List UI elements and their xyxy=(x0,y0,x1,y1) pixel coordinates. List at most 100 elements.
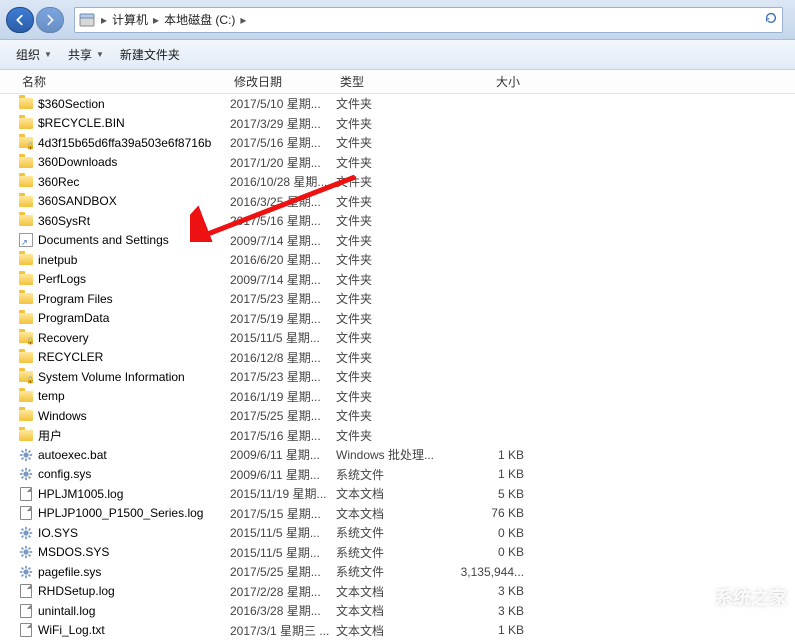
file-row[interactable]: PerfLogs2009/7/14 星期...文件夹 xyxy=(0,270,795,290)
file-type: 文件夹 xyxy=(336,427,434,444)
file-name: RHDSetup.log xyxy=(38,584,230,598)
organize-button[interactable]: 组织 ▼ xyxy=(8,42,60,67)
column-size[interactable]: 大小 xyxy=(434,73,524,90)
file-row[interactable]: temp2016/1/19 星期...文件夹 xyxy=(0,387,795,407)
file-name: inetpub xyxy=(38,253,230,267)
refresh-button[interactable] xyxy=(764,11,778,28)
file-date: 2017/5/10 星期... xyxy=(230,95,336,112)
breadcrumb-drive-c[interactable]: 本地磁盘 (C:) xyxy=(161,11,238,28)
file-row[interactable]: 360Rec2016/10/28 星期...文件夹 xyxy=(0,172,795,192)
file-date: 2017/5/15 星期... xyxy=(230,505,336,522)
file-date: 2017/1/20 星期... xyxy=(230,154,336,171)
breadcrumb-computer[interactable]: 计算机 xyxy=(109,11,151,28)
file-row[interactable]: MSDOS.SYS2015/11/5 星期...系统文件0 KB xyxy=(0,543,795,563)
file-row[interactable]: 360SANDBOX2016/3/25 星期...文件夹 xyxy=(0,192,795,212)
address-bar[interactable]: ▸ 计算机 ▸ 本地磁盘 (C:) ▸ xyxy=(74,7,783,33)
nav-back-button[interactable] xyxy=(6,7,34,33)
file-name: HPLJM1005.log xyxy=(38,487,230,501)
file-row[interactable]: autoexec.bat2009/6/11 星期...Windows 批处理..… xyxy=(0,445,795,465)
file-name: RECYCLER xyxy=(38,350,230,364)
file-name: pagefile.sys xyxy=(38,565,230,579)
nav-forward-button[interactable] xyxy=(36,7,64,33)
file-name: IO.SYS xyxy=(38,526,230,540)
new-folder-label: 新建文件夹 xyxy=(120,46,180,63)
file-type: 文件夹 xyxy=(336,134,434,151)
file-size: 1 KB xyxy=(434,448,524,462)
file-size: 0 KB xyxy=(434,545,524,559)
file-row[interactable]: HPLJM1005.log2015/11/19 星期...文本文档5 KB xyxy=(0,484,795,504)
file-row[interactable]: 用户2017/5/16 星期...文件夹 xyxy=(0,426,795,446)
file-date: 2009/7/14 星期... xyxy=(230,271,336,288)
file-row[interactable]: $360Section2017/5/10 星期...文件夹 xyxy=(0,94,795,114)
file-name: Recovery xyxy=(38,331,230,345)
file-row[interactable]: 4d3f15b65d6ffa39a503e6f8716b2017/5/16 星期… xyxy=(0,133,795,153)
arrow-right-icon xyxy=(43,13,57,27)
breadcrumb-separator: ▸ xyxy=(151,13,161,27)
file-row[interactable]: ProgramData2017/5/19 星期...文件夹 xyxy=(0,309,795,329)
file-name: ProgramData xyxy=(38,311,230,325)
file-row[interactable]: IO.SYS2015/11/5 星期...系统文件0 KB xyxy=(0,523,795,543)
file-row[interactable]: WiFi_Log.txt2017/3/1 星期三 ...文本文档1 KB xyxy=(0,621,795,640)
file-name: System Volume Information xyxy=(38,370,230,384)
file-row[interactable]: 360SysRt2017/5/16 星期...文件夹 xyxy=(0,211,795,231)
file-type: 文件夹 xyxy=(336,173,434,190)
folder-icon xyxy=(19,293,33,304)
file-date: 2017/5/16 星期... xyxy=(230,212,336,229)
arrow-left-icon xyxy=(13,13,27,27)
file-type: 文件夹 xyxy=(336,115,434,132)
file-name: WiFi_Log.txt xyxy=(38,623,230,637)
file-name: 360SANDBOX xyxy=(38,194,230,208)
dropdown-caret-icon: ▼ xyxy=(96,50,104,59)
file-date: 2017/5/19 星期... xyxy=(230,310,336,327)
column-type[interactable]: 类型 xyxy=(336,73,434,90)
folder-icon xyxy=(19,215,33,226)
share-button[interactable]: 共享 ▼ xyxy=(60,42,112,67)
file-list: $360Section2017/5/10 星期...文件夹$RECYCLE.BI… xyxy=(0,94,795,640)
watermark: 系统之家 xyxy=(683,584,787,610)
folder-icon xyxy=(19,430,33,441)
folder-locked-icon xyxy=(19,371,33,382)
file-row[interactable]: inetpub2016/6/20 星期...文件夹 xyxy=(0,250,795,270)
file-name: autoexec.bat xyxy=(38,448,230,462)
file-row[interactable]: HPLJP1000_P1500_Series.log2017/5/15 星期..… xyxy=(0,504,795,524)
column-headers: 名称 修改日期 类型 大小 xyxy=(0,70,795,94)
file-date: 2016/1/19 星期... xyxy=(230,388,336,405)
file-row[interactable]: pagefile.sys2017/5/25 星期...系统文件3,135,944… xyxy=(0,562,795,582)
file-row[interactable]: Recovery2015/11/5 星期...文件夹 xyxy=(0,328,795,348)
refresh-icon xyxy=(764,11,778,25)
file-row[interactable]: unintall.log2016/3/28 星期...文本文档3 KB xyxy=(0,601,795,621)
file-row[interactable]: config.sys2009/6/11 星期...系统文件1 KB xyxy=(0,465,795,485)
file-row[interactable]: Documents and Settings2009/7/14 星期...文件夹 xyxy=(0,231,795,251)
file-date: 2017/5/23 星期... xyxy=(230,290,336,307)
file-row[interactable]: System Volume Information2017/5/23 星期...… xyxy=(0,367,795,387)
file-type: 系统文件 xyxy=(336,524,434,541)
file-date: 2015/11/5 星期... xyxy=(230,544,336,561)
drive-icon xyxy=(79,13,95,27)
file-type: 文件夹 xyxy=(336,368,434,385)
file-size: 3 KB xyxy=(434,584,524,598)
file-row[interactable]: 360Downloads2017/1/20 星期...文件夹 xyxy=(0,153,795,173)
file-row[interactable]: Windows2017/5/25 星期...文件夹 xyxy=(0,406,795,426)
column-date[interactable]: 修改日期 xyxy=(230,73,336,90)
toolbar: 组织 ▼ 共享 ▼ 新建文件夹 xyxy=(0,40,795,70)
file-row[interactable]: Program Files2017/5/23 星期...文件夹 xyxy=(0,289,795,309)
file-name: 360Downloads xyxy=(38,155,230,169)
file-date: 2015/11/5 星期... xyxy=(230,329,336,346)
file-name: 用户 xyxy=(38,427,230,444)
share-label: 共享 xyxy=(68,46,92,63)
file-row[interactable]: $RECYCLE.BIN2017/3/29 星期...文件夹 xyxy=(0,114,795,134)
column-name[interactable]: 名称 xyxy=(18,73,230,90)
folder-icon xyxy=(19,196,33,207)
watermark-text: 系统之家 xyxy=(715,584,787,610)
new-folder-button[interactable]: 新建文件夹 xyxy=(112,42,188,67)
file-row[interactable]: RHDSetup.log2017/2/28 星期...文本文档3 KB xyxy=(0,582,795,602)
gear-icon xyxy=(19,467,33,481)
file-date: 2016/12/8 星期... xyxy=(230,349,336,366)
file-name: Documents and Settings xyxy=(38,233,230,247)
folder-icon xyxy=(19,118,33,129)
file-size: 76 KB xyxy=(434,506,524,520)
file-row[interactable]: RECYCLER2016/12/8 星期...文件夹 xyxy=(0,348,795,368)
folder-icon xyxy=(19,274,33,285)
dropdown-caret-icon: ▼ xyxy=(44,50,52,59)
file-type: 文本文档 xyxy=(336,602,434,619)
